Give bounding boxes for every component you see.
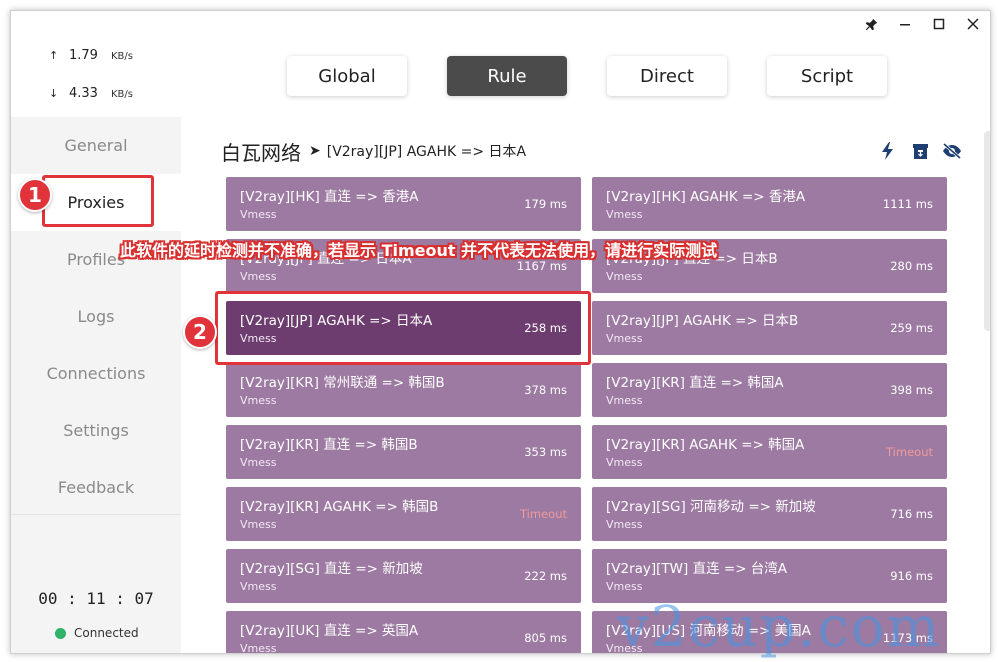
mode-switcher: Global Rule Direct Script bbox=[287, 56, 887, 96]
eye-off-icon[interactable] bbox=[942, 141, 962, 161]
proxy-delay[interactable]: 398 ms bbox=[890, 383, 933, 397]
download-speed: ↓ 4.33 KB/s bbox=[49, 86, 133, 101]
proxy-delay[interactable]: 179 ms bbox=[524, 197, 567, 211]
sidebar-item-feedback[interactable]: Feedback bbox=[11, 459, 181, 516]
download-arrow-icon: ↓ bbox=[49, 87, 59, 100]
sidebar-divider bbox=[11, 514, 181, 515]
proxy-name: [V2ray][SG] 河南移动 => 新加坡 bbox=[606, 499, 816, 515]
sidebar: ↑ 1.79 KB/s ↓ 4.33 KB/s General Proxies … bbox=[11, 11, 181, 653]
proxy-type: Vmess bbox=[240, 394, 277, 407]
mode-rule-button[interactable]: Rule bbox=[447, 56, 567, 96]
group-name: 白瓦网络 bbox=[221, 140, 301, 165]
lightning-icon[interactable] bbox=[878, 141, 898, 161]
sidebar-item-general[interactable]: General bbox=[11, 117, 181, 174]
annotation-badge-1: 1 bbox=[18, 178, 52, 212]
proxy-delay[interactable]: 280 ms bbox=[890, 259, 933, 273]
minimize-icon[interactable] bbox=[888, 11, 922, 37]
connection-status: Connected bbox=[55, 626, 139, 640]
traffic-panel: ↑ 1.79 KB/s ↓ 4.33 KB/s bbox=[11, 11, 181, 117]
proxy-name: [V2ray][HK] AGAHK => 香港A bbox=[606, 189, 806, 205]
proxy-name: [V2ray][KR] AGAHK => 韩国B bbox=[240, 499, 439, 515]
proxy-card[interactable]: [V2ray][SG] 河南移动 => 新加坡 Vmess 716 ms bbox=[592, 487, 947, 541]
download-value: 4.33 bbox=[69, 86, 98, 101]
proxy-card[interactable]: [V2ray][KR] 常州联通 => 韩国B Vmess 378 ms bbox=[226, 363, 581, 417]
proxy-name: [V2ray][KR] 直连 => 韩国B bbox=[240, 437, 418, 453]
sidebar-item-connections[interactable]: Connections bbox=[11, 345, 181, 402]
status-label: Connected bbox=[74, 626, 139, 640]
proxy-delay[interactable]: 222 ms bbox=[524, 569, 567, 583]
proxy-type: Vmess bbox=[606, 580, 643, 593]
proxy-card[interactable]: [V2ray][KR] 直连 => 韩国A Vmess 398 ms bbox=[592, 363, 947, 417]
proxy-type: Vmess bbox=[606, 208, 643, 221]
proxy-name: [V2ray][KR] 直连 => 韩国A bbox=[606, 375, 784, 391]
proxy-delay[interactable]: 259 ms bbox=[890, 321, 933, 335]
proxy-delay-timeout[interactable]: Timeout bbox=[520, 507, 567, 521]
window-controls bbox=[854, 11, 990, 37]
upload-speed: ↑ 1.79 KB/s bbox=[49, 48, 133, 63]
proxy-delay[interactable]: 353 ms bbox=[524, 445, 567, 459]
proxy-type: Vmess bbox=[606, 332, 643, 345]
proxy-card[interactable]: [V2ray][KR] 直连 => 韩国B Vmess 353 ms bbox=[226, 425, 581, 479]
close-icon[interactable] bbox=[956, 11, 990, 37]
upload-unit: KB/s bbox=[111, 51, 133, 62]
group-actions bbox=[878, 141, 962, 161]
proxy-card[interactable]: [V2ray][KR] AGAHK => 韩国A Vmess Timeout bbox=[592, 425, 947, 479]
proxy-name: [V2ray][KR] 常州联通 => 韩国B bbox=[240, 375, 445, 391]
proxy-type: Vmess bbox=[240, 270, 277, 283]
scrollbar[interactable] bbox=[984, 131, 990, 331]
proxy-name: [V2ray][JP] AGAHK => 日本B bbox=[606, 313, 799, 329]
watermark: v2cup.com bbox=[617, 595, 942, 660]
proxy-card[interactable]: [V2ray][HK] AGAHK => 香港A Vmess 1111 ms bbox=[592, 177, 947, 231]
status-dot-icon bbox=[55, 627, 66, 639]
proxy-type: Vmess bbox=[606, 456, 643, 469]
proxy-name: [V2ray][TW] 直连 => 台湾A bbox=[606, 561, 788, 577]
annotation-box-proxies bbox=[42, 175, 154, 227]
sidebar-item-settings[interactable]: Settings bbox=[11, 402, 181, 459]
annotation-badge-2: 2 bbox=[183, 315, 217, 349]
proxy-delay[interactable]: 716 ms bbox=[890, 507, 933, 521]
proxy-type: Vmess bbox=[240, 518, 277, 531]
proxy-delay[interactable]: 805 ms bbox=[524, 631, 567, 645]
upload-value: 1.79 bbox=[69, 48, 98, 63]
annotation-note: 此软件的延时检测并不准确，若显示 Timeout 并不代表无法使用，请进行实际测… bbox=[120, 241, 718, 260]
proxy-delay[interactable]: 1111 ms bbox=[883, 197, 933, 211]
sidebar-item-logs[interactable]: Logs bbox=[11, 288, 181, 345]
proxy-card[interactable]: [V2ray][HK] 直连 => 香港A Vmess 179 ms bbox=[226, 177, 581, 231]
proxy-card[interactable]: [V2ray][SG] 直连 => 新加坡 Vmess 222 ms bbox=[226, 549, 581, 603]
proxy-type: Vmess bbox=[240, 208, 277, 221]
proxy-name: [V2ray][SG] 直连 => 新加坡 bbox=[240, 561, 423, 577]
mode-direct-button[interactable]: Direct bbox=[607, 56, 727, 96]
pin-icon[interactable] bbox=[854, 11, 888, 37]
proxy-delay[interactable]: 1167 ms bbox=[517, 259, 567, 273]
proxy-card[interactable]: [V2ray][UK] 直连 => 英国A Vmess 805 ms bbox=[226, 611, 581, 654]
uptime-clock: 00 : 11 : 07 bbox=[38, 589, 154, 608]
mode-global-button[interactable]: Global bbox=[287, 56, 407, 96]
proxy-type: Vmess bbox=[606, 518, 643, 531]
download-unit: KB/s bbox=[111, 89, 133, 100]
proxy-group-header: 白瓦网络 ➤ [V2ray][JP] AGAHK => 日本A bbox=[221, 138, 962, 165]
proxy-card[interactable]: [V2ray][KR] AGAHK => 韩国B Vmess Timeout bbox=[226, 487, 581, 541]
proxy-delay-timeout[interactable]: Timeout bbox=[886, 445, 933, 459]
proxy-card[interactable]: [V2ray][JP] AGAHK => 日本B Vmess 259 ms bbox=[592, 301, 947, 355]
proxy-type: Vmess bbox=[606, 270, 643, 283]
proxy-name: [V2ray][HK] 直连 => 香港A bbox=[240, 189, 419, 205]
proxy-type: Vmess bbox=[240, 580, 277, 593]
maximize-icon[interactable] bbox=[922, 11, 956, 37]
group-arrow-icon: ➤ bbox=[309, 143, 321, 159]
upload-arrow-icon: ↑ bbox=[49, 49, 59, 62]
proxy-name: [V2ray][KR] AGAHK => 韩国A bbox=[606, 437, 805, 453]
mode-script-button[interactable]: Script bbox=[767, 56, 887, 96]
proxy-type: Vmess bbox=[606, 394, 643, 407]
group-selected-proxy: [V2ray][JP] AGAHK => 日本A bbox=[326, 144, 527, 160]
proxy-type: Vmess bbox=[240, 642, 277, 654]
annotation-box-selected-proxy bbox=[215, 291, 591, 365]
proxy-name: [V2ray][UK] 直连 => 英国A bbox=[240, 623, 419, 639]
proxy-type: Vmess bbox=[240, 456, 277, 469]
proxy-delay[interactable]: 378 ms bbox=[524, 383, 567, 397]
proxy-delay[interactable]: 916 ms bbox=[890, 569, 933, 583]
archive-icon[interactable] bbox=[910, 141, 930, 161]
